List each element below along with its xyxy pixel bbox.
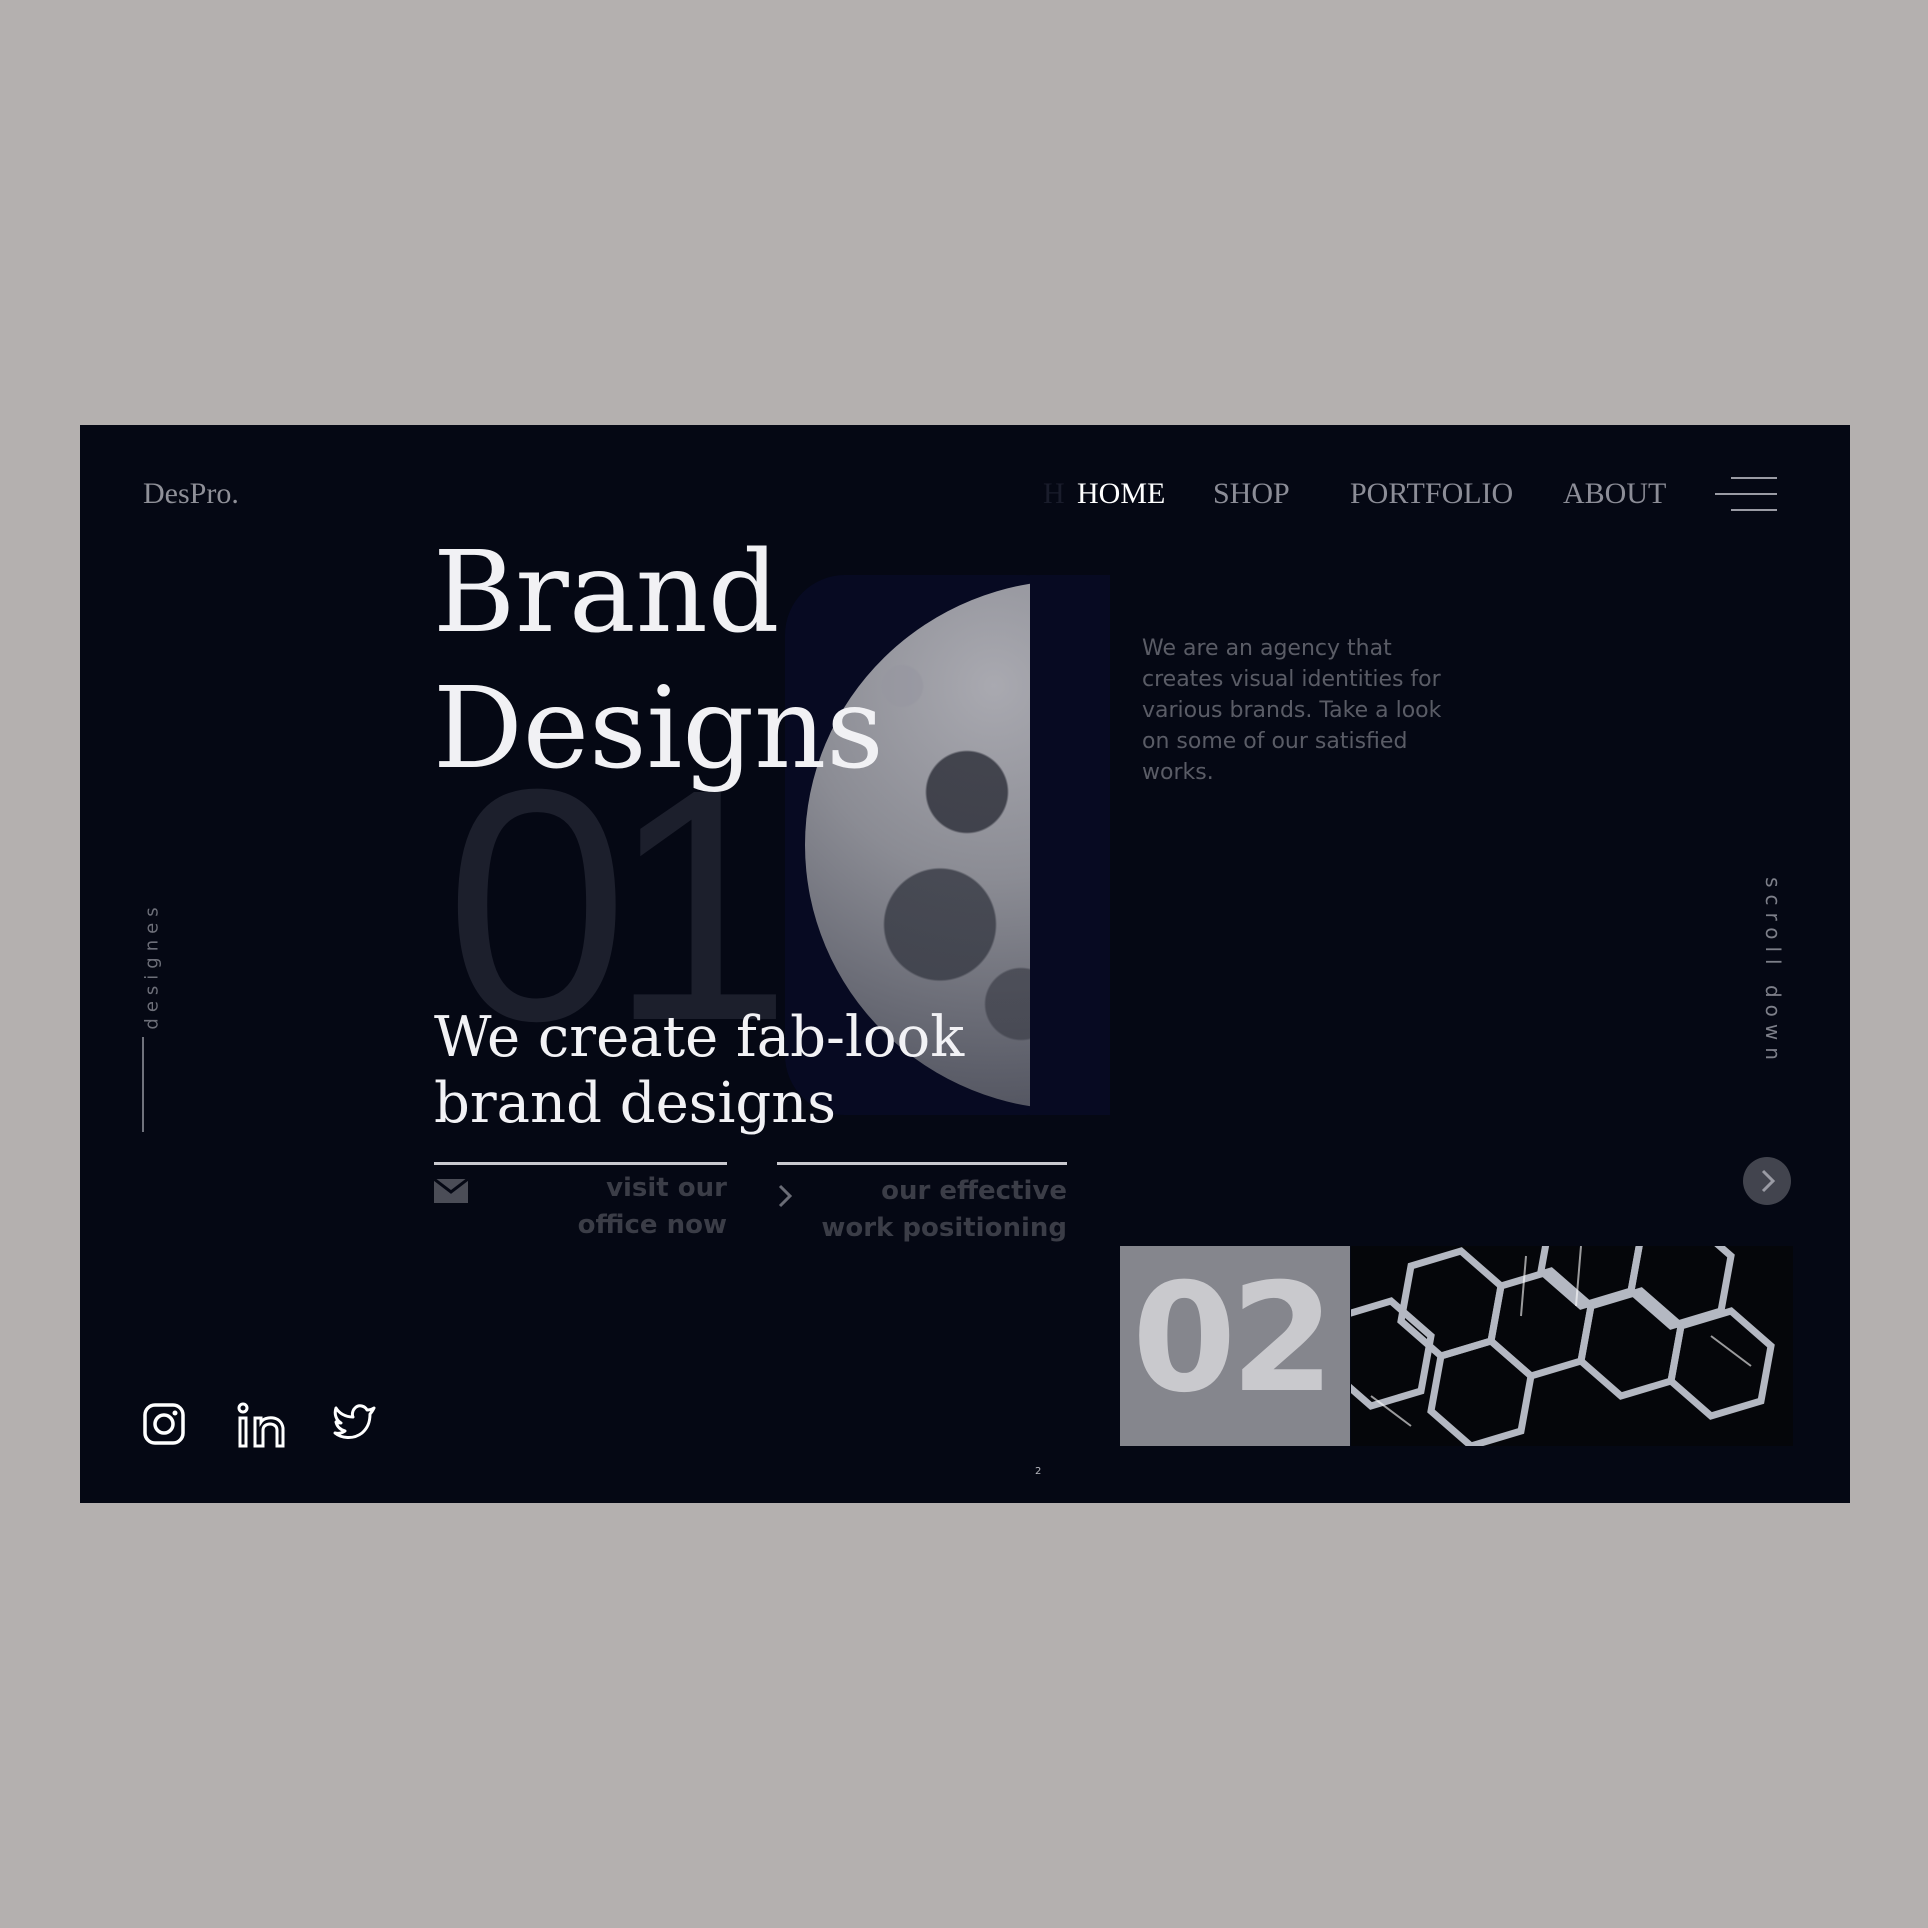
visit-office-line2: office now bbox=[577, 1210, 727, 1240]
nav-ghost-text: H bbox=[1043, 477, 1065, 510]
linkedin-link[interactable] bbox=[237, 1402, 287, 1448]
scroll-down-label: scroll down bbox=[1761, 877, 1785, 1067]
instagram-link[interactable] bbox=[142, 1402, 186, 1446]
hero-title-line1: Brand bbox=[433, 528, 780, 658]
designes-label: designes bbox=[141, 901, 163, 1030]
chevron-right-icon bbox=[1761, 1169, 1776, 1193]
mail-icon bbox=[433, 1177, 469, 1208]
visit-office-text: visit our office now bbox=[578, 1170, 727, 1244]
work-positioning-text: our effective work positioning bbox=[821, 1173, 1067, 1247]
work-positioning-line1: our effective bbox=[881, 1176, 1067, 1206]
card-number-panel: 02 bbox=[1120, 1246, 1350, 1446]
nav-item-home[interactable]: HOME bbox=[1077, 477, 1165, 511]
side-label-left: designes bbox=[141, 865, 163, 1065]
scroll-down-indicator[interactable]: scroll down bbox=[1758, 865, 1788, 1085]
visit-office-link[interactable]: visit our office now bbox=[433, 1162, 727, 1252]
chevron-right-icon bbox=[777, 1183, 793, 1214]
linkedin-icon bbox=[237, 1402, 285, 1448]
twitter-icon bbox=[333, 1404, 376, 1439]
next-slide-button[interactable] bbox=[1743, 1157, 1791, 1205]
page-number: 2 bbox=[1035, 1466, 1042, 1477]
card-number: 02 bbox=[1132, 1252, 1335, 1426]
brand-logo[interactable]: DesPro. bbox=[143, 477, 239, 511]
visit-office-line1: visit our bbox=[606, 1173, 727, 1203]
instagram-icon bbox=[143, 1403, 185, 1445]
hero-subtitle-line2: brand designs bbox=[434, 1071, 837, 1136]
nav-item-portfolio[interactable]: PORTFOLIO bbox=[1350, 477, 1513, 511]
hero-title-line2: Designs bbox=[433, 664, 884, 794]
hero-subtitle-line1: We create fab-look bbox=[434, 1005, 965, 1070]
twitter-link[interactable] bbox=[333, 1402, 377, 1444]
nav-item-about[interactable]: ABOUT bbox=[1563, 477, 1666, 511]
hero-frame: DesPro. H HOME SHOP PORTFOLIO ABOUT 01 B… bbox=[80, 425, 1850, 1503]
agency-description: We are an agency that creates visual ide… bbox=[1142, 636, 1442, 785]
menu-hamburger-icon[interactable] bbox=[1715, 476, 1777, 512]
next-project-card[interactable]: 02 bbox=[1120, 1246, 1793, 1446]
work-positioning-link[interactable]: our effective work positioning bbox=[777, 1162, 1067, 1252]
nav-item-shop[interactable]: SHOP bbox=[1213, 477, 1290, 511]
hexagon-structure-image bbox=[1351, 1246, 1793, 1446]
hero-subtitle: We create fab-look brand designs bbox=[434, 1005, 964, 1137]
hero-title: Brand Designs bbox=[433, 525, 884, 797]
side-divider bbox=[142, 1037, 144, 1132]
work-positioning-line2: work positioning bbox=[821, 1213, 1067, 1243]
